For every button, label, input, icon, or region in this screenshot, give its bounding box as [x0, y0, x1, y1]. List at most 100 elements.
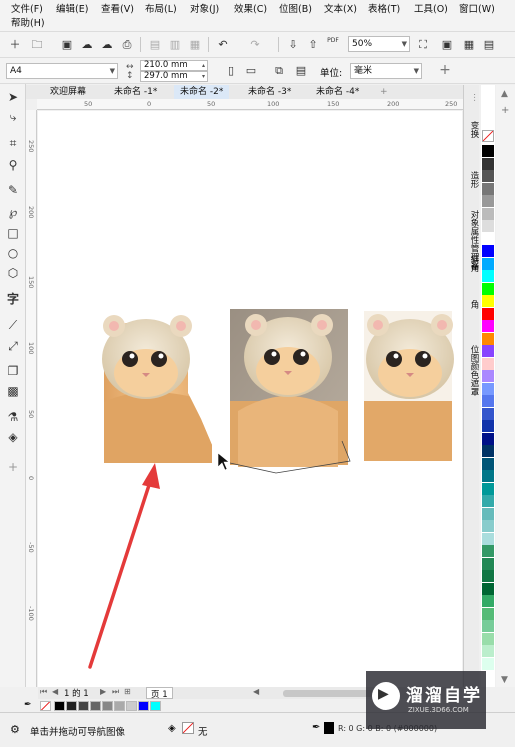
landscape-icon[interactable]: ▭	[242, 62, 260, 79]
zoom-tool-icon[interactable]: ⚲	[4, 156, 22, 174]
palette-swatch[interactable]	[482, 407, 494, 420]
gear-icon[interactable]: ⚙	[10, 723, 20, 736]
transparency-tool-icon[interactable]: ▩	[4, 382, 22, 400]
menu-layout[interactable]: 布局(L)	[145, 3, 177, 16]
current-page-icon[interactable]: ▤	[292, 62, 310, 79]
document-palette-swatch[interactable]	[66, 701, 77, 711]
zoom-level-select[interactable]: 50% ▼	[348, 36, 410, 52]
tab-doc-3[interactable]: 未命名 -3*	[242, 85, 297, 99]
palette-swatch[interactable]	[482, 307, 494, 320]
docker-tab-bitmap-mask[interactable]: 位图颜色遮罩	[465, 335, 479, 405]
parallel-dimension-icon[interactable]: ⟋	[4, 316, 22, 334]
document-palette-swatch[interactable]	[90, 701, 101, 711]
document-palette-swatch[interactable]	[40, 701, 51, 711]
eyedropper-icon[interactable]: ✒	[24, 700, 32, 710]
menu-text[interactable]: 文本(X)	[324, 3, 357, 16]
export-pdf-icon[interactable]: PDF	[324, 36, 342, 53]
palette-swatch[interactable]	[482, 170, 494, 182]
docker-options-icon[interactable]: ⋯	[465, 93, 479, 102]
options-icon[interactable]: ▦	[460, 36, 478, 53]
portrait-icon[interactable]: ▯	[222, 62, 240, 79]
redo-icon[interactable]: ↷	[246, 36, 264, 53]
tab-doc-2[interactable]: 未命名 -2*	[174, 85, 230, 99]
full-screen-icon[interactable]: ▣	[438, 36, 456, 53]
document-palette-swatch[interactable]	[138, 701, 149, 711]
pick-tool-icon[interactable]: ➤	[4, 88, 22, 106]
palette-swatch[interactable]	[482, 432, 494, 445]
palette-swatch[interactable]	[482, 545, 494, 557]
cloud-download-icon[interactable]: ☁	[98, 36, 116, 53]
horizontal-scrollbar-thumb[interactable]	[283, 690, 373, 697]
cat-image-selected[interactable]	[229, 309, 351, 474]
no-color-swatch[interactable]	[482, 130, 494, 142]
palette-swatch[interactable]	[482, 457, 494, 470]
cloud-upload-icon[interactable]: ☁	[78, 36, 96, 53]
new-document-icon[interactable]: ＋	[6, 36, 24, 53]
prev-page-icon[interactable]: ◀	[52, 687, 58, 696]
palette-swatch[interactable]	[482, 632, 494, 645]
palette-swatch[interactable]	[482, 182, 494, 195]
cat-image-original[interactable]	[364, 311, 454, 461]
interactive-fill-icon[interactable]: ◈	[4, 428, 22, 446]
menu-object[interactable]: 对象(J)	[190, 3, 219, 16]
all-pages-icon[interactable]: ⧉	[270, 62, 288, 79]
palette-swatch[interactable]	[482, 482, 494, 495]
menu-bitmap[interactable]: 位图(B)	[279, 3, 312, 16]
palette-swatch[interactable]	[482, 195, 494, 207]
zoom-to-page-icon[interactable]: ⛶	[414, 36, 432, 53]
first-page-icon[interactable]: ⏮	[40, 687, 47, 697]
eyedropper-tool-icon[interactable]: ⚗	[4, 408, 22, 426]
palette-swatch[interactable]	[482, 295, 494, 307]
palette-swatch[interactable]	[482, 395, 494, 407]
palette-swatch[interactable]	[482, 620, 494, 632]
add-tool-icon[interactable]: +	[4, 458, 22, 476]
palette-swatch[interactable]	[482, 582, 494, 595]
ellipse-tool-icon[interactable]: ○	[4, 244, 22, 262]
palette-swatch[interactable]	[482, 332, 494, 345]
palette-swatch[interactable]	[482, 507, 494, 520]
page-size-select[interactable]: A4 ▼	[6, 63, 118, 79]
connector-tool-icon[interactable]: ⤢	[4, 337, 22, 355]
menu-effects[interactable]: 效果(C)	[234, 3, 267, 16]
open-folder-icon[interactable]: 🗀	[28, 36, 46, 53]
palette-swatch[interactable]	[482, 595, 494, 607]
ruler-corner[interactable]	[26, 99, 37, 110]
page-height-field[interactable]: 297.0 mm ▾	[140, 71, 208, 82]
palette-swatch[interactable]	[482, 445, 494, 457]
palette-swatch[interactable]	[482, 320, 494, 332]
palette-swatch[interactable]	[482, 282, 494, 295]
add-icon[interactable]: +	[436, 62, 454, 79]
docker-tab-corner[interactable]: 角	[465, 291, 479, 317]
palette-swatch[interactable]	[482, 257, 494, 270]
unit-select[interactable]: 毫米 ▼	[350, 63, 422, 79]
docker-tab-bevel[interactable]: 斜角	[465, 245, 479, 281]
menu-help[interactable]: 帮助(H)	[11, 17, 45, 30]
cat-image-cutout[interactable]	[98, 306, 218, 466]
menu-edit[interactable]: 编辑(E)	[56, 3, 88, 16]
palette-swatch[interactable]	[482, 520, 494, 532]
palette-swatch[interactable]	[482, 232, 494, 245]
menu-file[interactable]: 文件(F)	[11, 3, 43, 16]
chevron-up-icon[interactable]: ▲	[501, 89, 508, 99]
page-width-field[interactable]: 210.0 mm ▴	[140, 60, 208, 71]
copy-icon[interactable]: ▥	[166, 36, 184, 53]
palette-swatch[interactable]	[482, 470, 494, 482]
palette-swatch[interactable]	[482, 270, 494, 282]
save-icon[interactable]: ▣	[58, 36, 76, 53]
artistic-media-icon[interactable]: ℘	[4, 203, 22, 221]
palette-swatch[interactable]	[482, 570, 494, 582]
palette-swatch[interactable]	[482, 645, 494, 657]
menu-table[interactable]: 表格(T)	[368, 3, 400, 16]
docker-tab-shaping[interactable]: 造形	[465, 161, 479, 197]
document-palette-swatch[interactable]	[102, 701, 113, 711]
undo-icon[interactable]: ↶	[214, 36, 232, 53]
page-tab[interactable]: 页 1	[146, 687, 173, 700]
horizontal-ruler[interactable]: 50 0 50 100 150 200 250	[37, 99, 463, 110]
document-palette-swatch[interactable]	[78, 701, 89, 711]
palette-swatch[interactable]	[482, 607, 494, 620]
palette-swatch[interactable]	[482, 345, 494, 357]
rectangle-tool-icon[interactable]: □	[4, 224, 22, 242]
palette-swatch[interactable]	[482, 382, 494, 395]
menu-tools[interactable]: 工具(O)	[414, 3, 448, 16]
paste-icon[interactable]: ▦	[186, 36, 204, 53]
